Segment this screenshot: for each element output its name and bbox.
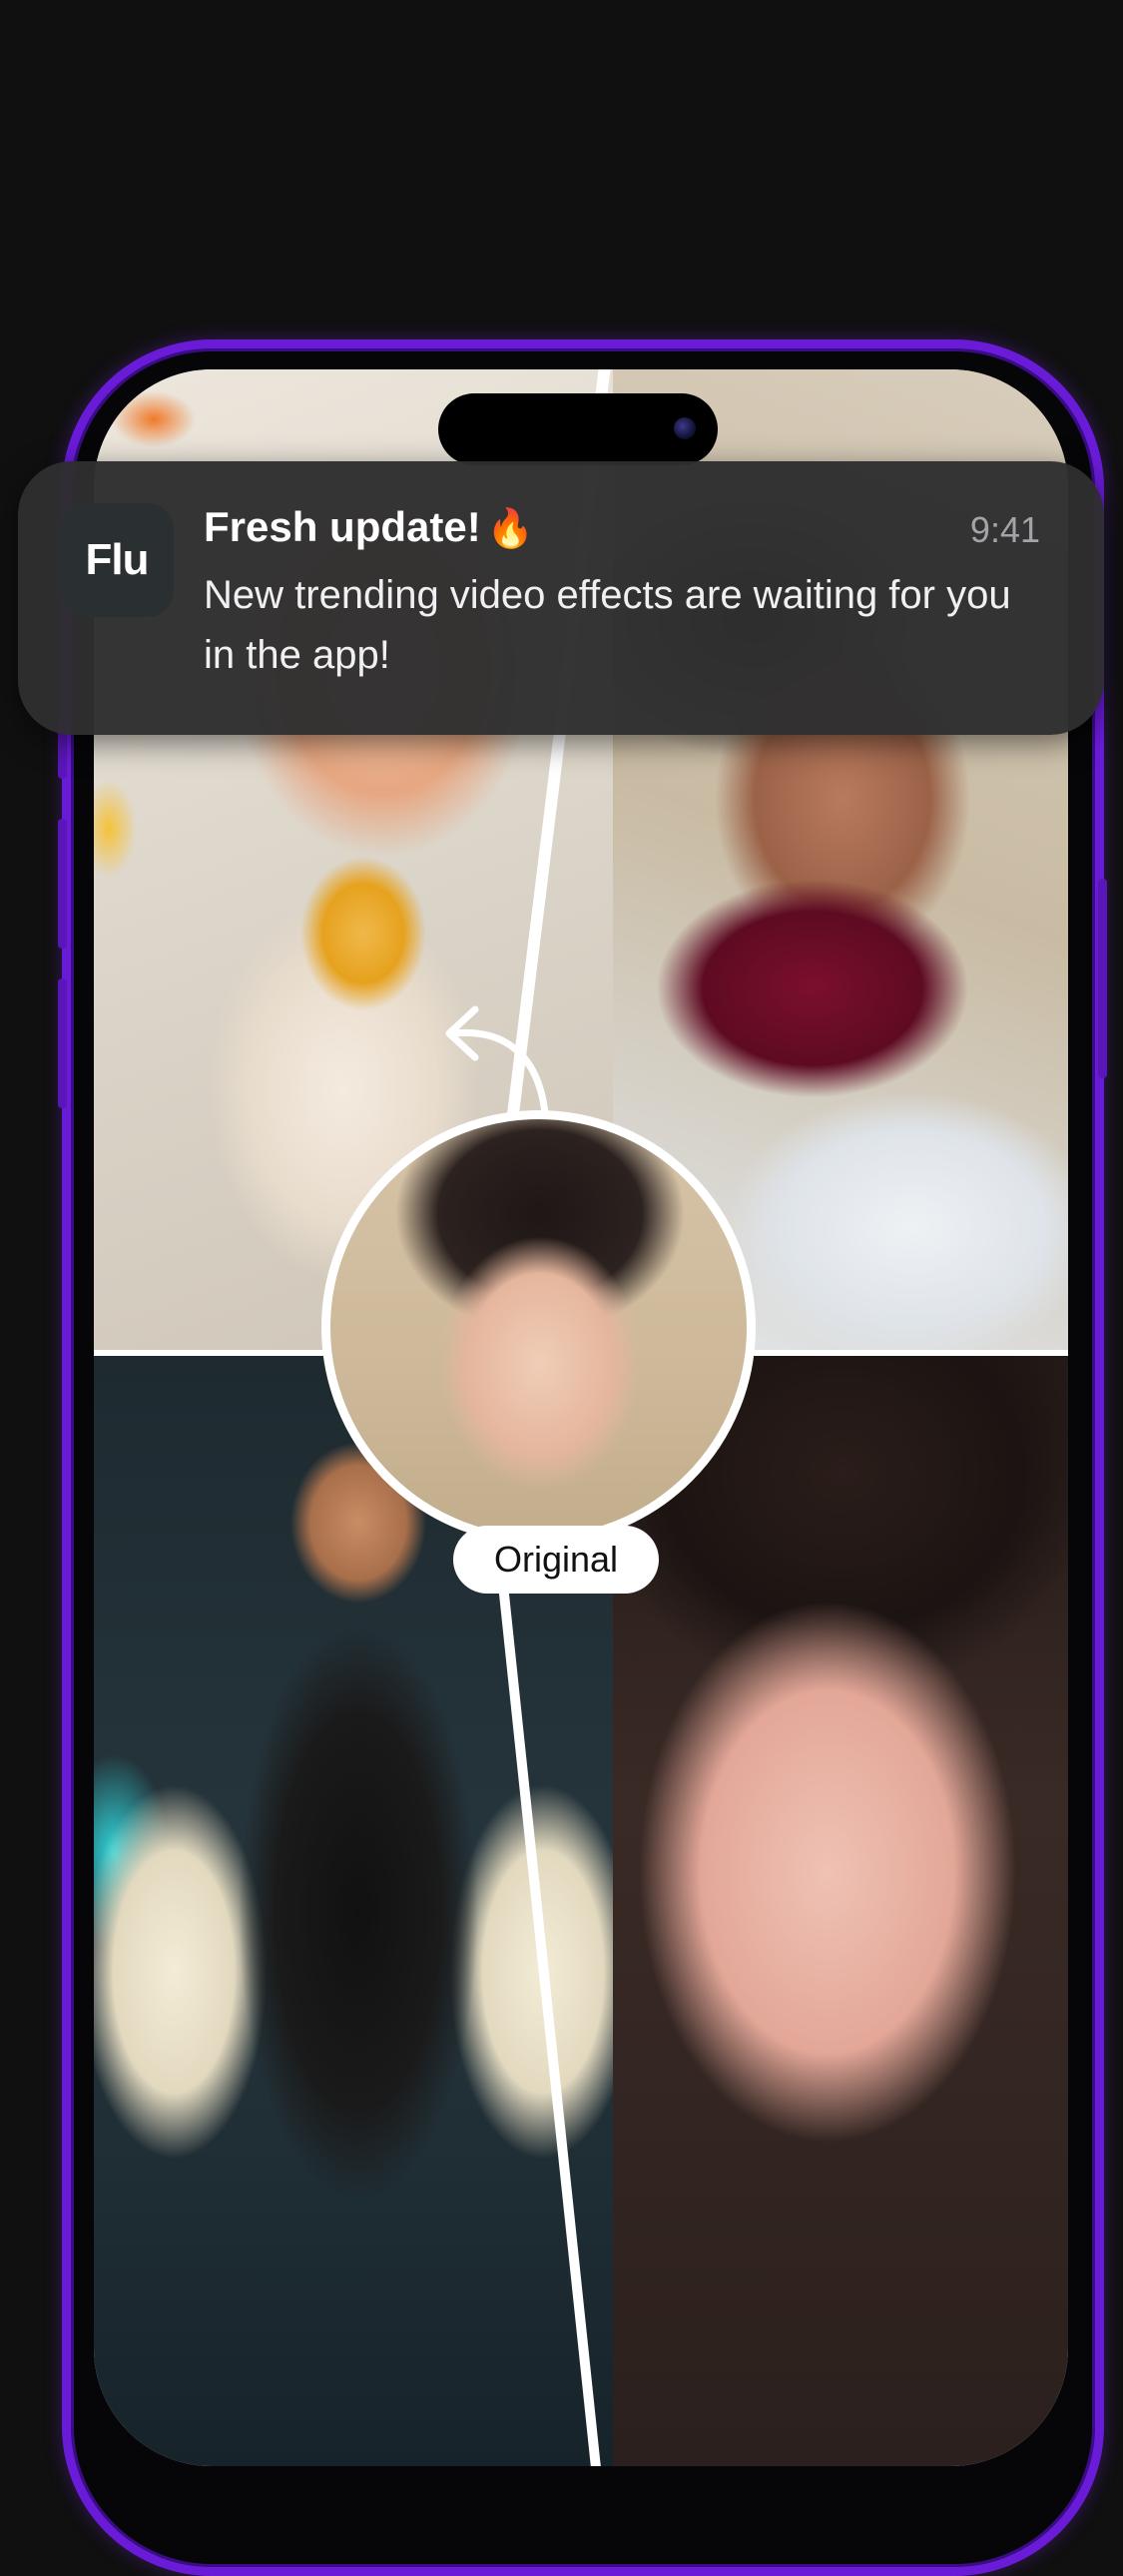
notification-body: New trending video effects are waiting f… (204, 573, 1011, 677)
original-label: Original (453, 1526, 659, 1594)
curved-arrow-icon (445, 1005, 549, 1117)
closeup-portrait-image (613, 1353, 1068, 2466)
volume-up-button (58, 819, 67, 949)
notification-title-text: Fresh update! (204, 503, 481, 550)
dynamic-island (438, 393, 718, 465)
camera-lens-icon (674, 417, 696, 439)
original-portrait-image (321, 1110, 756, 1545)
push-notification[interactable]: Flu Fresh update! 🔥 9:41 New trending vid… (18, 461, 1104, 735)
app-icon: Flu (60, 503, 174, 617)
notification-title: Fresh update! 🔥 (204, 503, 534, 551)
fire-emoji-icon: 🔥 (486, 508, 535, 550)
volume-down-button (58, 978, 67, 1108)
notification-time: 9:41 (969, 509, 1040, 550)
power-button (1098, 879, 1107, 1078)
